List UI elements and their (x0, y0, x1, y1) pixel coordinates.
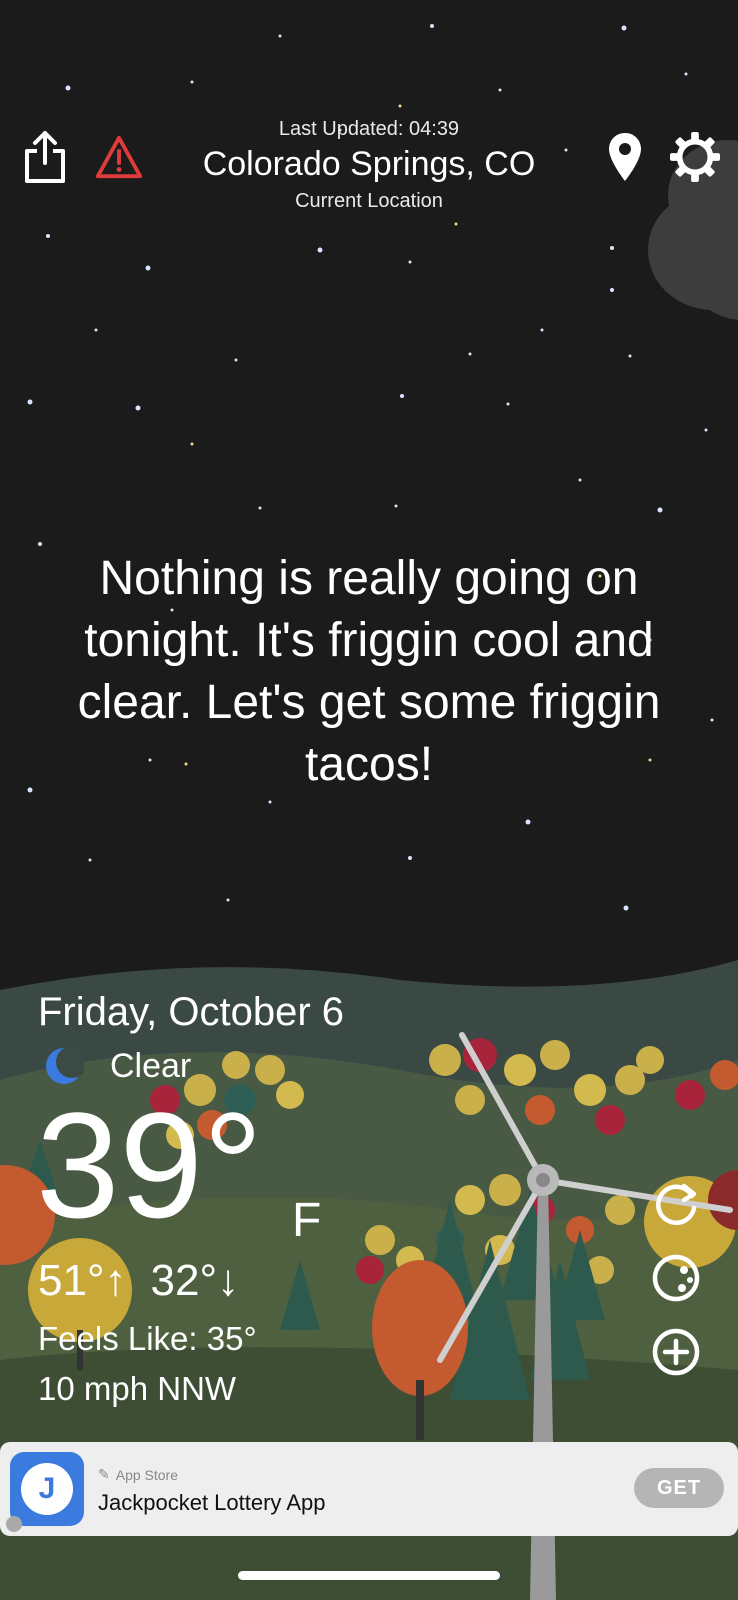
current-temperature: 39° (36, 1081, 263, 1249)
ad-get-button[interactable]: GET (634, 1468, 724, 1508)
ad-title[interactable]: Jackpocket Lottery App (98, 1490, 325, 1516)
home-indicator[interactable] (238, 1571, 500, 1580)
settings-button[interactable] (670, 128, 720, 186)
feels-like: Feels Like: 35° (38, 1320, 257, 1357)
weather-message: Nothing is really going on tonight. It's… (77, 552, 661, 791)
moon-icon (46, 1046, 84, 1084)
refresh-icon (656, 1183, 697, 1226)
low-temp: 32°↓ (150, 1256, 240, 1305)
location-button[interactable] (600, 128, 650, 186)
arrow-up-icon: ↑ (104, 1256, 127, 1305)
refresh-button[interactable] (650, 1178, 702, 1230)
condition-label: Clear (110, 1046, 192, 1085)
high-low-row: 51°↑ 32°↓ (38, 1256, 239, 1306)
ad-info-icon[interactable] (6, 1516, 22, 1532)
ad-store-label: ✎ App Store (98, 1466, 178, 1483)
location-subtitle: Current Location (295, 190, 443, 212)
location-pin-icon (609, 133, 641, 181)
add-location-button[interactable] (650, 1326, 702, 1378)
arrow-down-icon: ↓ (217, 1256, 240, 1305)
add-icon (652, 1328, 700, 1376)
wind-info: 10 mph NNW (38, 1370, 237, 1407)
app-store-icon: ✎ (98, 1466, 110, 1482)
gear-icon (670, 132, 720, 182)
radar-icon (652, 1254, 700, 1302)
high-temp: 51°↑ (38, 1256, 127, 1305)
ad-app-icon[interactable]: J (10, 1452, 84, 1526)
condition-row: Clear (44, 1046, 191, 1086)
radar-button[interactable] (650, 1252, 702, 1304)
temperature-unit[interactable]: F (292, 1193, 321, 1248)
date-label: Friday, October 6 (38, 990, 345, 1034)
ad-banner[interactable]: J ✎ App Store Jackpocket Lottery App GET (0, 1442, 738, 1536)
